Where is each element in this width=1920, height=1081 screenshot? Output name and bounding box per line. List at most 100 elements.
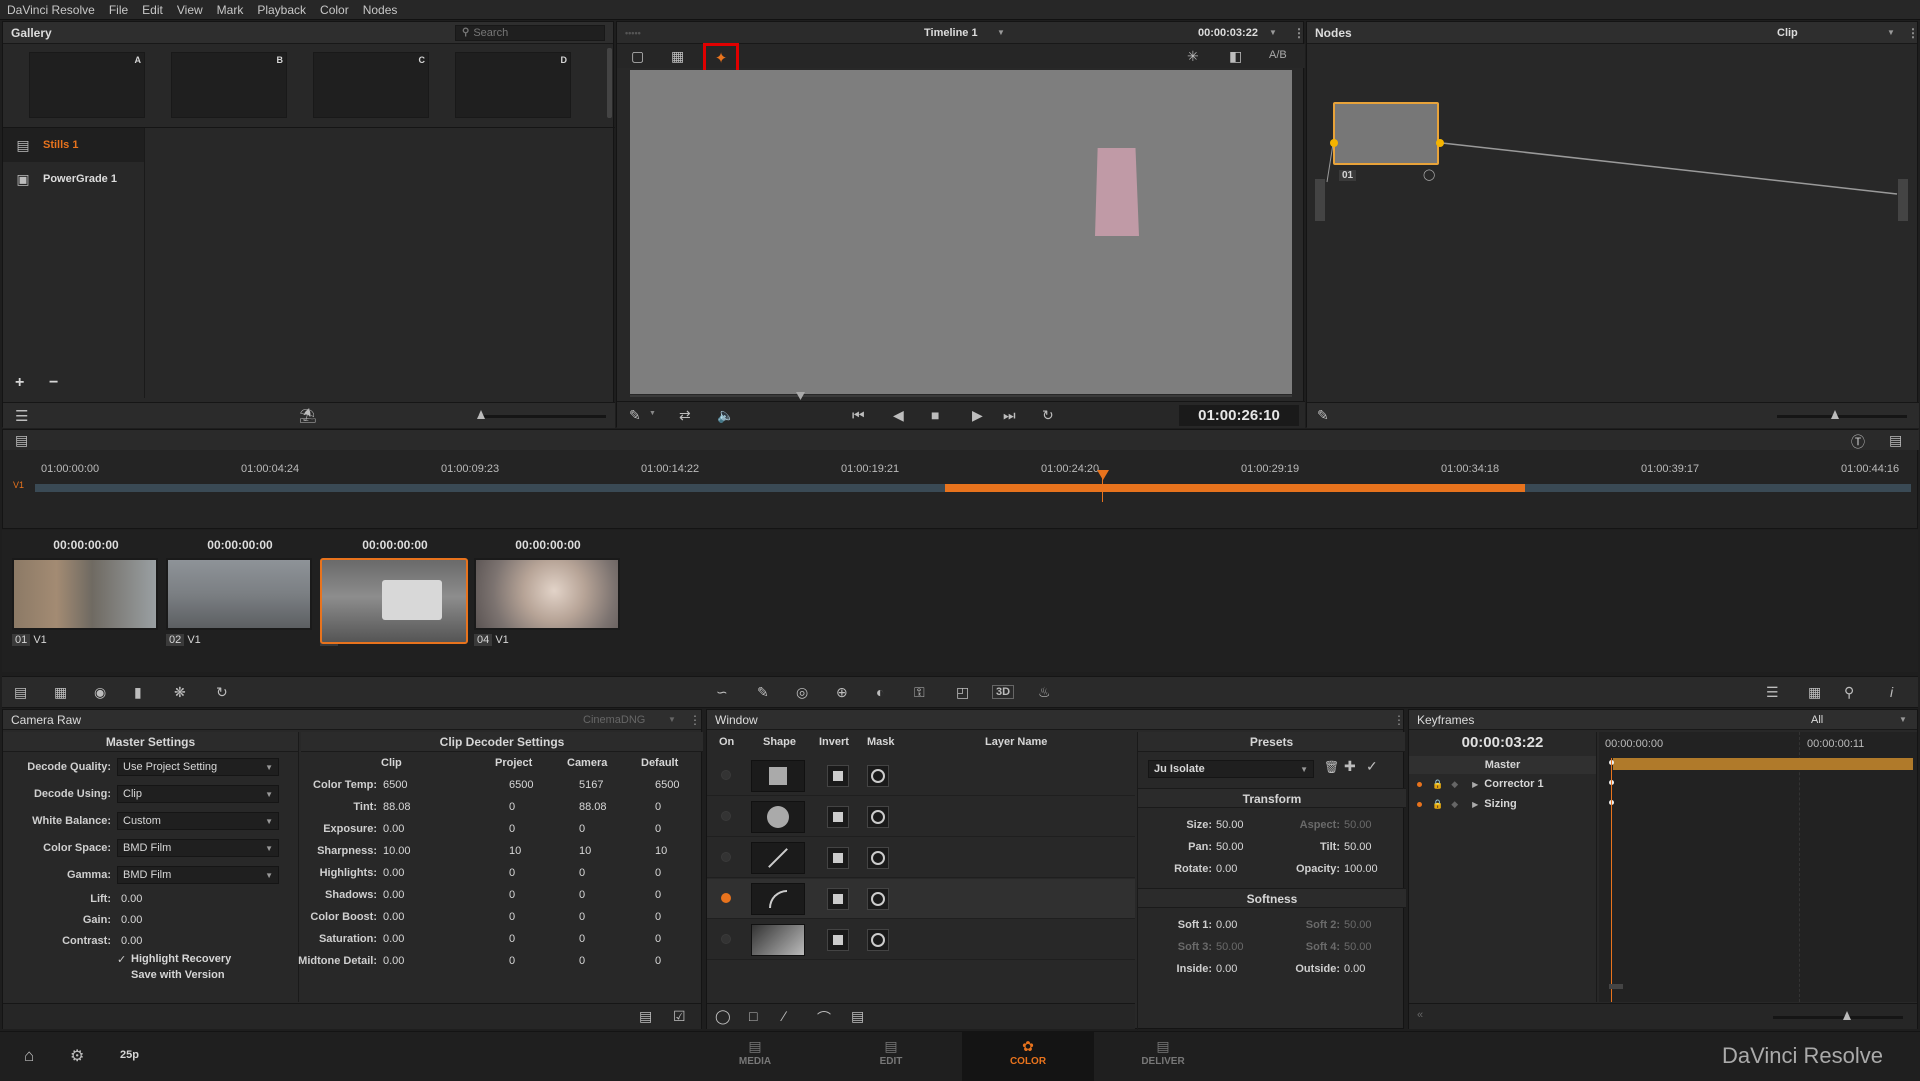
window-row-circle[interactable] <box>707 797 1135 837</box>
zoom-icon[interactable]: ⚲ <box>1844 684 1854 701</box>
size-value[interactable]: 50.00 <box>1216 819 1276 831</box>
still-slot[interactable]: A <box>29 52 145 118</box>
invert-toggle[interactable] <box>827 888 849 910</box>
3d-icon[interactable]: 3D <box>992 685 1015 699</box>
window-row-linear[interactable] <box>707 838 1135 878</box>
keyframe-scrollbar[interactable] <box>1609 984 1623 989</box>
gamma-select[interactable]: BMD Film ▼ <box>117 866 279 884</box>
add-gradient-window-icon[interactable]: ▤ <box>851 1008 864 1025</box>
node-zoom-slider[interactable] <box>1777 415 1907 418</box>
nodes-options-icon[interactable]: ⋮ <box>1907 26 1919 40</box>
clip-value[interactable]: 0.00 <box>383 955 404 967</box>
curves-icon[interactable]: ∽ <box>716 684 728 701</box>
color-match-icon[interactable]: ▦ <box>54 684 67 701</box>
viewer-frame[interactable] <box>630 70 1292 394</box>
window-on-toggle[interactable] <box>721 934 731 944</box>
keyframe-playhead[interactable] <box>1611 758 1612 1002</box>
gallery-zoom-slider[interactable] <box>478 415 606 418</box>
home-icon[interactable]: ⌂ <box>24 1046 34 1066</box>
aspect-value[interactable]: 50.00 <box>1344 819 1372 831</box>
node-output-dot[interactable] <box>1436 139 1444 147</box>
track-sizing[interactable]: 🔒 ◆ ▶ Sizing <box>1409 794 1596 814</box>
invert-toggle[interactable] <box>827 806 849 828</box>
primaries-bars-icon[interactable]: ▮ <box>134 684 142 701</box>
delete-preset-icon[interactable]: 🗑 <box>1324 760 1339 774</box>
white-balance-select[interactable]: Custom ▼ <box>117 812 279 830</box>
shape-linear-icon[interactable] <box>751 842 805 874</box>
track-enable-dot[interactable] <box>1417 801 1422 807</box>
remove-album-button[interactable]: − <box>49 374 58 392</box>
window-row-square[interactable] <box>707 756 1135 796</box>
page-media[interactable]: ▤ MEDIA <box>700 1032 810 1081</box>
mask-toggle[interactable] <box>867 929 889 951</box>
play-icon[interactable]: ▶ <box>972 407 983 424</box>
outside-value[interactable]: 0.00 <box>1344 963 1365 975</box>
timeline-settings-icon[interactable]: Ⓣ <box>1851 432 1865 452</box>
mode-dropdown-icon[interactable]: ▼ <box>1887 28 1895 37</box>
master-keyframe-bar[interactable] <box>1613 758 1913 770</box>
blur-icon[interactable]: ◐ <box>876 684 884 700</box>
preset-select[interactable]: Ju Isolate ▼ <box>1148 760 1314 778</box>
window-row-gradient[interactable] <box>707 920 1135 960</box>
soft2-value[interactable]: 50.00 <box>1344 919 1372 931</box>
shape-square-icon[interactable] <box>751 760 805 792</box>
gain-value[interactable]: 0.00 <box>121 914 142 926</box>
node-input-dot[interactable] <box>1330 139 1338 147</box>
viewer-scrubber[interactable] <box>630 395 1292 397</box>
clip-thumbnail[interactable] <box>474 558 620 630</box>
keyframe-diamond-icon[interactable]: ◆ <box>1451 779 1458 790</box>
rgb-mixer-icon[interactable]: ❋ <box>174 684 186 701</box>
menu-playback[interactable]: Playback <box>250 0 313 20</box>
clip-value[interactable]: 88.08 <box>383 801 411 813</box>
stop-icon[interactable]: ■ <box>931 407 939 423</box>
list-view-icon[interactable]: ☰ <box>15 407 28 425</box>
node-graph[interactable] <box>1307 44 1919 404</box>
gallery-scrollbar[interactable] <box>607 48 612 118</box>
clip-04[interactable]: 00:00:00:00 04 V1 <box>474 530 622 646</box>
qualifier-icon[interactable]: ✎ <box>757 684 769 701</box>
add-preset-icon[interactable]: ✚ <box>1344 758 1356 775</box>
raw-format-dropdown[interactable]: CinemaDNG <box>583 714 645 726</box>
ab-compare-button[interactable]: A/B <box>1269 49 1287 61</box>
eyedropper-dropdown-icon[interactable]: ▼ <box>649 410 656 417</box>
app-menu[interactable]: DaVinci Resolve <box>0 0 102 20</box>
page-color-active[interactable]: ✿ COLOR <box>962 1032 1094 1081</box>
lock-icon[interactable]: 🔒 <box>1432 799 1443 810</box>
apply-preset-icon[interactable]: ✓ <box>1366 758 1378 775</box>
timecode-display[interactable]: 01:00:26:10 <box>1179 405 1299 426</box>
menu-color[interactable]: Color <box>313 0 356 20</box>
split-screen-icon[interactable]: ◧ <box>1229 48 1242 65</box>
nodes-mode-dropdown[interactable]: Clip <box>1777 27 1798 39</box>
shape-circle-icon[interactable] <box>751 801 805 833</box>
filter-dropdown-icon[interactable]: ▼ <box>1899 715 1907 724</box>
opacity-value[interactable]: 100.00 <box>1344 863 1378 875</box>
clip-value[interactable]: 6500 <box>383 779 407 791</box>
info-icon[interactable]: i <box>1890 684 1893 700</box>
power-window-icon[interactable]: ◎ <box>796 684 808 701</box>
go-to-start-icon[interactable]: ⏮ <box>852 407 865 424</box>
timeline-view-icon[interactable]: ▤ <box>1889 432 1902 449</box>
key-icon[interactable]: ⚿ <box>914 684 925 701</box>
mask-toggle[interactable] <box>867 888 889 910</box>
track-enable-dot[interactable] <box>1417 781 1422 787</box>
tilt-value[interactable]: 50.00 <box>1344 841 1372 853</box>
camera-raw-icon[interactable]: ▤ <box>14 684 27 701</box>
still-slot[interactable]: C <box>313 52 429 118</box>
window-on-toggle[interactable] <box>721 852 731 862</box>
page-deliver[interactable]: ▤ DELIVER <box>1108 1032 1218 1081</box>
fx-icon[interactable]: ♨ <box>1038 684 1051 701</box>
contrast-value[interactable]: 0.00 <box>121 935 142 947</box>
eyedropper-icon[interactable]: ✎ <box>629 407 641 424</box>
magic-wand-button[interactable]: ✦ <box>703 43 739 73</box>
timecode-dropdown-icon[interactable]: ▼ <box>1269 28 1277 37</box>
menu-mark[interactable]: Mark <box>210 0 251 20</box>
shape-curve-icon[interactable] <box>751 883 805 915</box>
clip-thumbnail[interactable] <box>12 558 158 630</box>
mask-toggle[interactable] <box>867 806 889 828</box>
rotate-value[interactable]: 0.00 <box>1216 863 1276 875</box>
color-wheels-icon[interactable]: ◉ <box>94 684 106 701</box>
lift-value[interactable]: 0.00 <box>121 893 142 905</box>
mask-toggle[interactable] <box>867 847 889 869</box>
keyframe-zoom-slider[interactable] <box>1773 1016 1903 1019</box>
window-row-curve-active[interactable] <box>707 879 1135 919</box>
